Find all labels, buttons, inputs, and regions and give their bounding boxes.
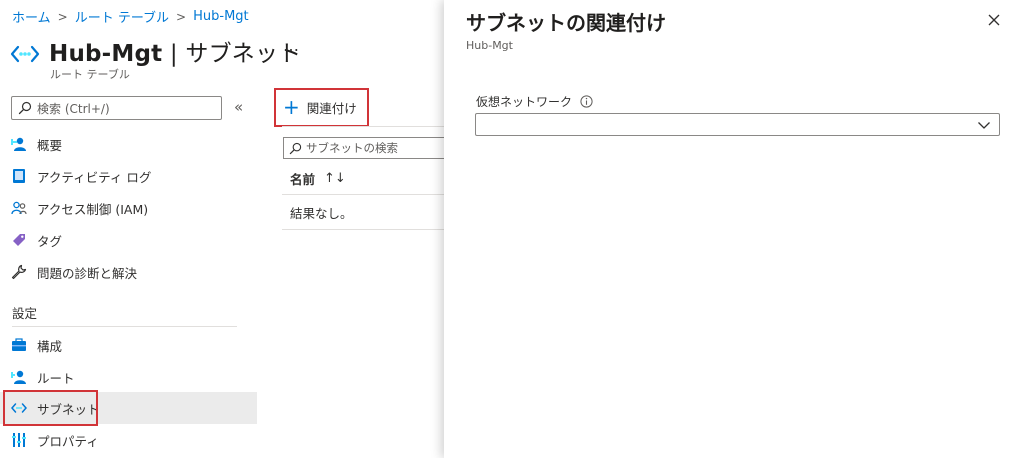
sidebar-search-input[interactable]: 検索 (Ctrl+/) bbox=[11, 96, 222, 120]
activity-log-icon bbox=[11, 168, 27, 184]
header-divider bbox=[282, 194, 444, 195]
subnets-highlight-box bbox=[3, 390, 98, 426]
search-icon bbox=[289, 142, 302, 155]
breadcrumb-home[interactable]: ホーム bbox=[12, 7, 51, 26]
sidebar-item-label: ルート bbox=[37, 370, 75, 386]
sidebar-item-configuration[interactable]: 構成 bbox=[0, 329, 257, 361]
sidebar-item-tags[interactable]: タグ bbox=[0, 224, 257, 256]
subnet-search-input[interactable]: サブネットの検索 bbox=[283, 137, 445, 159]
page-subtitle: ルート テーブル bbox=[50, 68, 130, 81]
name-column-header[interactable]: 名前 ↑↓ bbox=[290, 169, 346, 188]
chevron-down-icon bbox=[977, 118, 991, 132]
subnet-search-placeholder: サブネットの検索 bbox=[306, 141, 398, 155]
tag-icon bbox=[11, 232, 27, 248]
properties-icon bbox=[11, 432, 27, 448]
sidebar-item-label: 構成 bbox=[37, 338, 63, 354]
field-label-text: 仮想ネットワーク bbox=[476, 95, 573, 109]
sidebar-item-label: プロパティ bbox=[37, 433, 99, 449]
azure-portal-window: ホーム > ルート テーブル > Hub-Mgt Hub-Mgt | サブネット… bbox=[0, 0, 1019, 458]
page-title: Hub-Mgt | サブネット bbox=[49, 34, 301, 68]
section-divider bbox=[12, 326, 237, 327]
empty-results-message: 結果なし。 bbox=[290, 206, 353, 221]
sidebar-item-activity-log[interactable]: アクティビティ ログ bbox=[0, 160, 257, 192]
sidebar-item-diagnose[interactable]: 問題の診断と解決 bbox=[0, 256, 257, 288]
routes-icon bbox=[11, 369, 27, 385]
sidebar-item-routes[interactable]: ルート bbox=[0, 361, 257, 393]
info-icon[interactable] bbox=[580, 95, 593, 108]
associate-subnet-panel: サブネットの関連付け Hub-Mgt 仮想ネットワーク bbox=[444, 0, 1019, 458]
virtual-network-label: 仮想ネットワーク bbox=[476, 93, 593, 110]
page-title-resource: Hub-Mgt bbox=[49, 41, 163, 67]
search-icon bbox=[18, 101, 32, 115]
overview-icon bbox=[11, 136, 27, 152]
breadcrumb-hub-mgt[interactable]: Hub-Mgt bbox=[193, 9, 249, 24]
wrench-icon bbox=[11, 264, 27, 280]
panel-title: サブネットの関連付け bbox=[466, 11, 666, 35]
panel-subtitle: Hub-Mgt bbox=[466, 39, 513, 52]
breadcrumb-route-tables[interactable]: ルート テーブル bbox=[75, 7, 169, 26]
close-icon[interactable] bbox=[986, 12, 1002, 28]
sidebar-item-access-control[interactable]: アクセス制御 (IAM) bbox=[0, 192, 257, 224]
associate-highlight-box bbox=[274, 88, 369, 127]
subnet-icon bbox=[10, 41, 40, 67]
breadcrumb-separator: > bbox=[57, 9, 68, 24]
sidebar-item-label: アクセス制御 (IAM) bbox=[37, 201, 149, 217]
column-header-label: 名前 bbox=[290, 172, 316, 187]
breadcrumb-separator: > bbox=[176, 9, 187, 24]
sidebar-item-label: 問題の診断と解決 bbox=[37, 265, 138, 281]
configuration-icon bbox=[11, 337, 27, 353]
sidebar-item-label: アクティビティ ログ bbox=[37, 169, 152, 185]
page-title-divider: | bbox=[162, 41, 186, 67]
virtual-network-dropdown[interactable] bbox=[475, 113, 1000, 136]
sidebar-item-properties[interactable]: プロパティ bbox=[0, 424, 257, 456]
sidebar-search-placeholder: 検索 (Ctrl+/) bbox=[37, 101, 110, 116]
access-control-icon bbox=[11, 200, 27, 216]
collapse-sidebar-button[interactable]: « bbox=[234, 98, 243, 116]
toolbar-divider bbox=[282, 126, 444, 127]
more-actions-button[interactable]: … bbox=[283, 36, 300, 55]
settings-section-label: 設定 bbox=[12, 306, 38, 321]
row-divider bbox=[282, 229, 444, 230]
sidebar-item-label: タグ bbox=[37, 233, 63, 249]
sidebar-item-label: 概要 bbox=[37, 137, 63, 153]
sidebar-item-overview[interactable]: 概要 bbox=[0, 128, 257, 160]
page-header: Hub-Mgt | サブネット bbox=[10, 34, 301, 68]
sort-icon: ↑↓ bbox=[324, 171, 346, 186]
breadcrumb: ホーム > ルート テーブル > Hub-Mgt bbox=[12, 7, 249, 26]
